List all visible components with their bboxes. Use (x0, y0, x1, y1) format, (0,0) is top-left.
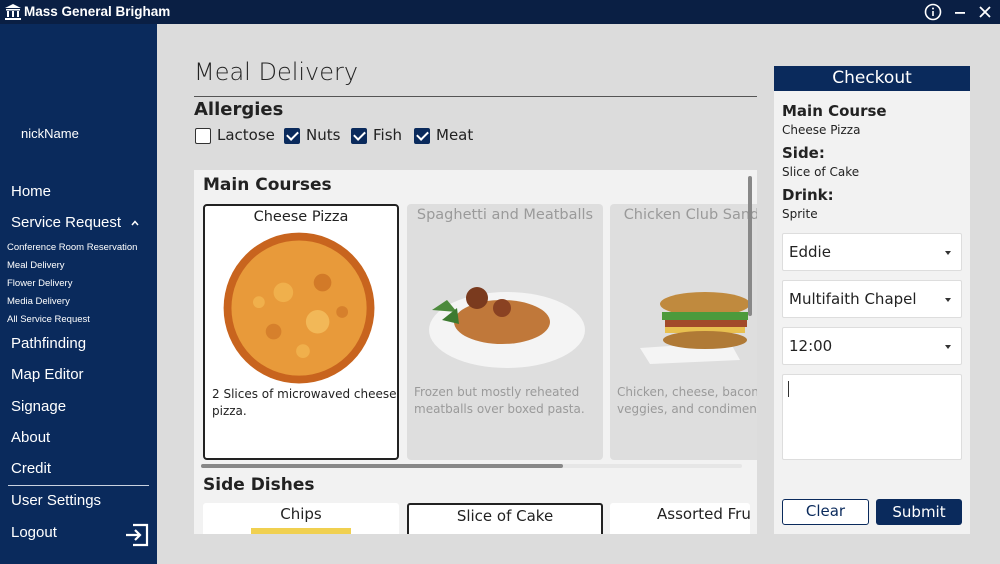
meal-card-name: Chicken Club Sandwich (623, 207, 757, 223)
title-divider (194, 96, 757, 97)
meal-card-description: 2 Slices of microwaved cheese pizza. (212, 387, 397, 418)
nav-credit[interactable]: Credit (11, 460, 51, 477)
checkout-panel: Checkout Main Course Cheese Pizza Side: … (774, 66, 970, 534)
submit-button[interactable]: Submit (876, 499, 962, 525)
side-card-name: Assorted Fruit (657, 505, 750, 523)
checkout-main-value: Cheese Pizza (782, 123, 861, 137)
bank-building-icon (5, 4, 21, 20)
text-cursor (788, 381, 789, 397)
allergy-label: Fish (373, 126, 403, 144)
time-select[interactable]: 12:00 (782, 327, 962, 365)
pizza-image (223, 232, 375, 384)
checkbox-checked[interactable] (351, 128, 367, 144)
window-titlebar: Mass General Brigham (0, 0, 1000, 24)
app-title: Mass General Brigham (24, 4, 171, 19)
allergy-label: Lactose (217, 126, 275, 144)
nav-pathfinding[interactable]: Pathfinding (11, 335, 86, 352)
nav-home[interactable]: Home (11, 183, 51, 200)
nav-sub-media-delivery[interactable]: Media Delivery (7, 296, 70, 307)
horizontal-scrollbar[interactable] (201, 464, 742, 468)
nav-sub-conference-room[interactable]: Conference Room Reservation (7, 242, 137, 253)
nav-sub-meal-delivery[interactable]: Meal Delivery (7, 260, 65, 271)
vertical-scroll-thumb[interactable] (748, 176, 752, 316)
main-courses-heading: Main Courses (203, 175, 332, 195)
chips-image (251, 528, 351, 534)
meal-card-description: Chicken, cheese, bacon, veggies, and con… (617, 385, 757, 416)
checkout-side-value: Slice of Cake (782, 165, 860, 179)
side-card-chips[interactable]: Chips (203, 503, 399, 534)
close-icon[interactable] (975, 2, 995, 22)
info-icon[interactable] (923, 2, 943, 22)
meal-card-description: Frozen but mostly reheated meatballs ove… (414, 385, 585, 416)
allergy-label: Nuts (306, 126, 341, 144)
time-select-value: 12:00 (789, 337, 833, 355)
dropdown-caret-icon (945, 298, 951, 302)
spaghetti-image (429, 287, 585, 368)
nav-service-request-label: Service Request (11, 214, 122, 231)
checkout-side-label: Side: (782, 144, 825, 162)
allergy-label: Meat (436, 126, 474, 144)
vertical-scrollbar[interactable] (748, 176, 752, 528)
sandwich-image (640, 292, 750, 364)
side-card-slice-of-cake[interactable]: Slice of Cake (407, 503, 603, 534)
meal-card-chicken-club[interactable]: Chicken Club Sandwich Chicken, cheese, b… (610, 204, 757, 460)
employee-select-value: Eddie (789, 243, 831, 261)
checkbox-checked[interactable] (414, 128, 430, 144)
checkout-drink-label: Drink: (782, 186, 834, 204)
location-select[interactable]: Multifaith Chapel (782, 280, 962, 318)
sidebar-divider (8, 485, 149, 486)
meal-card-cheese-pizza[interactable]: Cheese Pizza 2 Slices of microwaved chee… (203, 204, 399, 460)
checkout-drink-value: Sprite (782, 207, 818, 221)
notes-textarea[interactable] (782, 374, 962, 460)
allergies-heading: Allergies (194, 99, 284, 120)
menu-panel: Main Courses Cheese Pizza 2 Slices of mi… (194, 170, 757, 534)
meal-card-name: Spaghetti and Meatballs (416, 207, 594, 223)
employee-select[interactable]: Eddie (782, 233, 962, 271)
checkbox-unchecked[interactable] (195, 128, 211, 144)
username: nickName (21, 126, 79, 141)
side-dishes-heading: Side Dishes (203, 475, 315, 495)
side-card-name: Chips (280, 505, 322, 523)
checkbox-checked[interactable] (284, 128, 300, 144)
minimize-icon[interactable] (950, 2, 970, 22)
horizontal-scroll-thumb[interactable] (201, 464, 563, 468)
nav-signage[interactable]: Signage (11, 398, 66, 415)
nav-logout[interactable]: Logout (11, 524, 57, 541)
checkout-title: Checkout (774, 66, 970, 91)
meal-card-name: Cheese Pizza (253, 209, 349, 225)
meal-card-spaghetti[interactable]: Spaghetti and Meatballs Frozen but mostl… (407, 204, 603, 460)
side-card-assorted-fruit[interactable]: Assorted Fruit (610, 503, 750, 534)
nav-about[interactable]: About (11, 429, 50, 446)
nav-sub-all-service-request[interactable]: All Service Request (7, 314, 90, 325)
page-title: Meal Delivery (194, 58, 359, 86)
location-select-value: Multifaith Chapel (789, 290, 917, 308)
dropdown-caret-icon (945, 251, 951, 255)
clear-button[interactable]: Clear (782, 499, 869, 525)
side-card-name: Slice of Cake (456, 507, 554, 525)
checkout-main-label: Main Course (782, 102, 887, 120)
chevron-up-icon (131, 220, 139, 226)
logout-icon[interactable] (124, 522, 150, 548)
dropdown-caret-icon (945, 345, 951, 349)
nav-user-settings[interactable]: User Settings (11, 492, 101, 509)
nav-service-request[interactable]: Service Request (11, 214, 139, 231)
nav-map-editor[interactable]: Map Editor (11, 366, 84, 383)
nav-sub-flower-delivery[interactable]: Flower Delivery (7, 278, 72, 289)
sidebar: nickName Home Service Request Conference… (0, 24, 157, 564)
